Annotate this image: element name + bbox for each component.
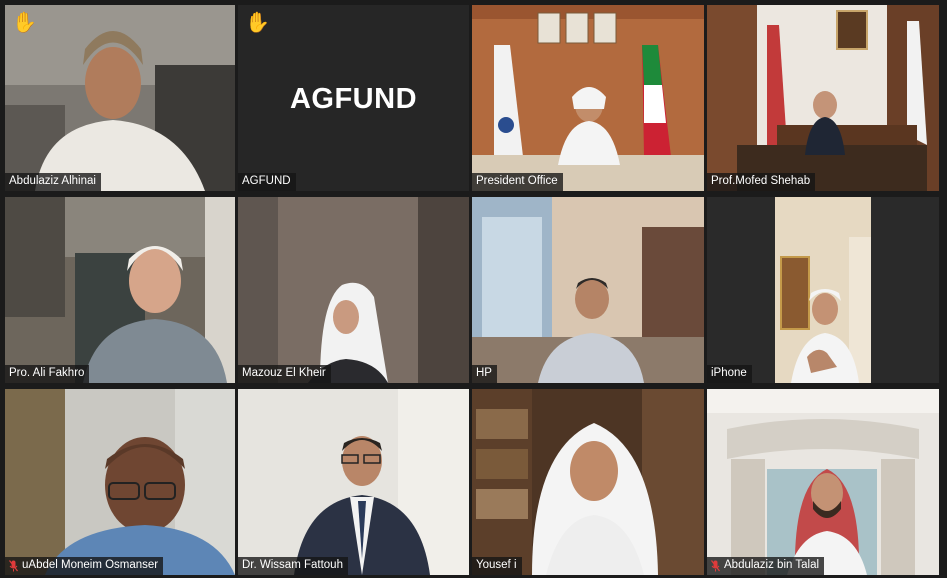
participant-name-tag: Abdulaziz Alhinai [5,173,101,191]
participant-name: uAbdel Moneim Osmanser [22,559,159,571]
participant-name: AGFUND [242,175,291,187]
participant-name-tag: iPhone [707,365,752,383]
participant-name-tag: Prof.Mofed Shehab [707,173,816,191]
video-tile-yousef[interactable]: Yousef i [472,389,704,575]
participant-name-tag: President Office [472,173,563,191]
participant-video [707,5,939,191]
participant-video [472,389,704,575]
participant-video [472,197,704,383]
agfund-display-name: AGFUND [289,83,418,115]
raised-hand-icon: ✋ [245,10,270,34]
video-tile-abdel-moneim-osman[interactable]: uAbdel Moneim Osmanser [5,389,235,575]
video-tile-abdulaziz-alhinai[interactable]: ✋ Abdulaziz Alhinai [5,5,235,191]
video-tile-mofed-shehab[interactable]: Prof.Mofed Shehab [707,5,939,191]
participant-name: Abdulaziz Alhinai [9,175,96,187]
video-tile-wissam-fattouh[interactable]: Dr. Wissam Fattouh [238,389,469,575]
participant-name: iPhone [711,367,747,379]
video-tile-hp[interactable]: HP [472,197,704,383]
participant-video [5,389,235,575]
participant-video [707,197,939,383]
mic-muted-icon [711,559,720,571]
participant-name-tag: Abdulaziz bin Talal [707,557,825,575]
participant-name: Yousef i [476,559,517,571]
participant-name-tag: Pro. Ali Fakhro [5,365,90,383]
participant-name: President Office [476,175,558,187]
participant-video [238,197,469,383]
video-tile-mazouz-el-kheir[interactable]: Mazouz El Kheir [238,197,469,383]
mic-muted-icon [9,559,18,571]
video-tile-iphone[interactable]: iPhone [707,197,939,383]
video-tile-president-office[interactable]: President Office [472,5,704,191]
participant-video [707,389,939,575]
participant-name: Mazouz El Kheir [242,367,326,379]
participant-name-tag: HP [472,365,497,383]
participant-name: Pro. Ali Fakhro [9,367,85,379]
video-grid: ✋ Abdulaziz Alhinai ✋ AGFUND AGFUND Pres… [0,0,947,578]
participant-video [5,197,235,383]
participant-video [238,389,469,575]
participant-name-tag: AGFUND [238,173,296,191]
video-tile-ali-fakhro[interactable]: Pro. Ali Fakhro [5,197,235,383]
participant-video [472,5,704,191]
video-tile-abdulaziz-bin-talal[interactable]: Abdulaziz bin Talal [707,389,939,575]
participant-name: Dr. Wissam Fattouh [242,559,343,571]
raised-hand-icon: ✋ [12,10,37,34]
participant-name: Abdulaziz bin Talal [724,559,820,571]
participant-name: HP [476,367,492,379]
participant-name-tag: Mazouz El Kheir [238,365,331,383]
participant-name-tag: Yousef i [472,557,522,575]
video-tile-agfund[interactable]: ✋ AGFUND AGFUND [238,5,469,191]
participant-name: Prof.Mofed Shehab [711,175,811,187]
participant-video [5,5,235,191]
participant-name-tag: uAbdel Moneim Osmanser [5,557,164,575]
participant-name-tag: Dr. Wissam Fattouh [238,557,348,575]
